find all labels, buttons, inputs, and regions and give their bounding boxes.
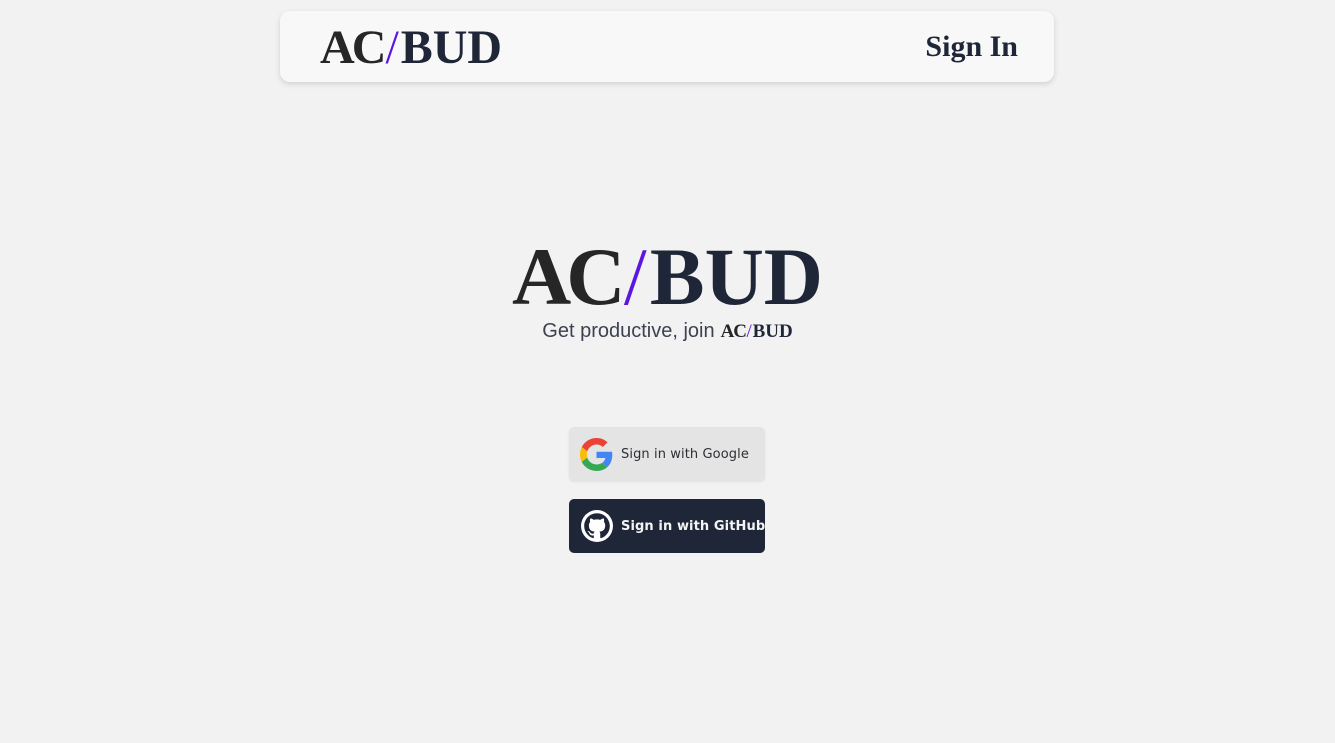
logo-slash: /	[385, 20, 399, 74]
hero: AC / BUD Get productive, join AC / BUD	[0, 231, 1335, 343]
github-signin-label: Sign in with GitHub	[621, 518, 766, 534]
nav-logo[interactable]: AC / BUD	[320, 20, 503, 74]
github-signin-button[interactable]: Sign in with GitHub	[569, 499, 765, 553]
auth-buttons: Sign in with Google Sign in with GitHub	[569, 427, 765, 553]
google-signin-button[interactable]: Sign in with Google	[569, 427, 765, 481]
tagline-logo-slash: /	[746, 320, 752, 342]
tagline-logo: AC / BUD	[721, 322, 793, 341]
hero-logo: AC / BUD	[511, 231, 824, 322]
navbar: AC / BUD Sign In	[280, 11, 1054, 82]
github-icon	[580, 510, 613, 543]
sign-in-link[interactable]: Sign In	[925, 30, 1018, 64]
tagline-logo-bud: BUD	[752, 320, 793, 342]
google-signin-label: Sign in with Google	[621, 446, 749, 462]
page: AC / BUD Sign In AC / BUD Get productive, jo…	[0, 0, 1335, 743]
logo-ac: AC	[320, 20, 386, 74]
hero-tagline: Get productive, join AC / BUD	[542, 320, 792, 343]
google-icon	[580, 437, 613, 471]
tagline-logo-ac: AC	[720, 320, 747, 342]
hero-logo-slash: /	[623, 231, 647, 322]
tagline-text: Get productive, join	[542, 319, 715, 342]
logo-bud: BUD	[400, 20, 503, 74]
hero-logo-bud: BUD	[649, 231, 824, 322]
hero-logo-ac: AC	[511, 231, 626, 322]
